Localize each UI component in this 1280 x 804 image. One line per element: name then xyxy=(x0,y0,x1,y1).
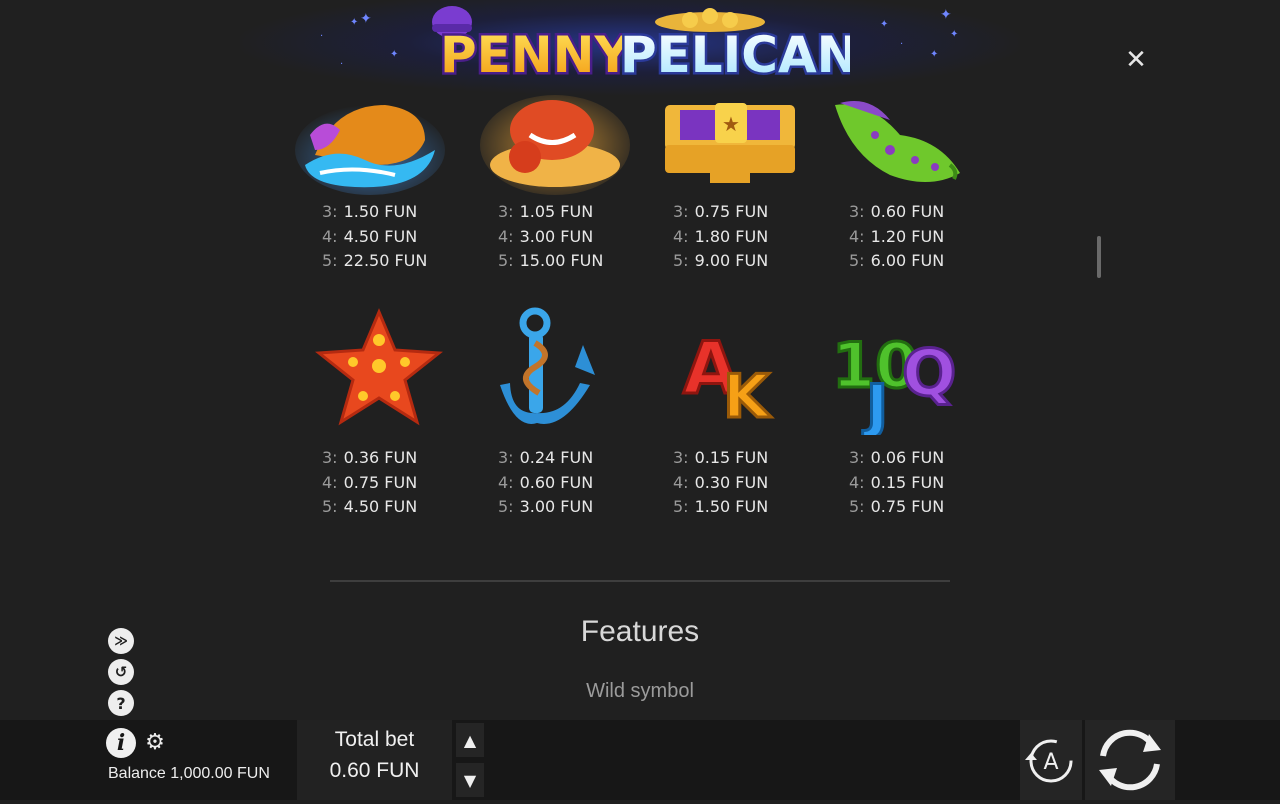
pay-line: 3: 0.24 FUN xyxy=(498,448,594,467)
pay-line: 5: 22.50 FUN xyxy=(322,251,428,270)
total-bet-value: 0.60 FUN xyxy=(329,759,420,782)
spin-icon xyxy=(1099,729,1161,791)
info-icon: i xyxy=(116,730,126,756)
gear-icon: ⚙ xyxy=(145,730,165,755)
logo-word-pelican: PELICAN xyxy=(620,26,850,84)
sparkle-icon: ✦ xyxy=(390,49,399,60)
anchor-symbol-art xyxy=(500,307,595,424)
help-icon[interactable]: ? xyxy=(108,690,134,716)
wave-fish-symbol-art xyxy=(295,105,445,195)
arrow-up-icon: ▲ xyxy=(463,730,477,750)
pay-line: 3: 0.15 FUN xyxy=(673,448,769,467)
close-button[interactable]: ✕ xyxy=(1122,45,1150,75)
pay-line: 4: 1.20 FUN xyxy=(849,226,945,246)
sparkle-icon: ✦ xyxy=(950,29,959,40)
pay-values-starfish: 3: 0.36 FUN 4: 0.75 FUN 5: 4.50 FUN xyxy=(322,446,417,520)
pay-line: 4: 1.80 FUN xyxy=(673,226,769,246)
pay-line: 3: 0.75 FUN xyxy=(673,202,769,221)
sparkle-icon: ✦ xyxy=(350,17,359,28)
sparkle-icon: ✦ xyxy=(930,49,939,60)
sparkle-icon: · xyxy=(320,31,324,42)
treasure-chest-symbol-art: ★ xyxy=(665,103,795,183)
seashell-symbol-art xyxy=(835,101,960,183)
bet-increase-button[interactable]: ▲ xyxy=(456,723,484,757)
history-icon[interactable]: ↺ xyxy=(108,659,134,685)
balance-display: Balance 1,000.00 FUN xyxy=(108,765,270,782)
crab-symbol-art xyxy=(480,95,630,195)
game-screen: ✦ · ✦ ✦ · ✦ ✦ ✦ · ✦ PENNY PELICAN ✕ ★ A … xyxy=(0,0,1280,800)
scrollbar-thumb[interactable] xyxy=(1097,236,1101,278)
pay-line: 3: 0.60 FUN xyxy=(849,202,945,221)
starfish-symbol-art xyxy=(315,308,443,426)
sparkle-icon: · xyxy=(340,59,344,70)
pay-line: 5: 4.50 FUN xyxy=(322,497,418,516)
svg-text:★: ★ xyxy=(722,112,740,136)
pay-values-a-k: 3: 0.15 FUN 4: 0.30 FUN 5: 1.50 FUN xyxy=(673,446,768,520)
pay-line: 4: 3.00 FUN xyxy=(498,226,594,246)
pay-values-10-j-q: 3: 0.06 FUN 4: 0.15 FUN 5: 0.75 FUN xyxy=(849,446,944,520)
letter-q: Q xyxy=(902,337,956,411)
pay-line: 4: 0.30 FUN xyxy=(673,472,769,492)
spin-button[interactable] xyxy=(1085,720,1175,800)
close-icon: ✕ xyxy=(1125,45,1147,75)
sparkle-icon: ✦ xyxy=(880,19,889,30)
pay-values-wave-fish: 3: 1.50 FUN 4: 4.50 FUN 5: 22.50 FUN xyxy=(322,200,427,274)
pay-line: 3: 0.36 FUN xyxy=(322,448,418,467)
pay-values-treasure-chest: 3: 0.75 FUN 4: 1.80 FUN 5: 9.00 FUN xyxy=(673,200,768,274)
pay-line: 5: 1.50 FUN xyxy=(673,497,769,516)
sparkle-icon: · xyxy=(900,39,904,50)
arrow-down-icon: ▼ xyxy=(463,770,477,790)
sparkle-icon: ✦ xyxy=(940,7,952,23)
logo-banner: ✦ · ✦ ✦ · ✦ ✦ ✦ · ✦ PENNY PELICAN xyxy=(240,0,1020,95)
wild-symbol-heading: Wild symbol xyxy=(586,680,694,702)
pay-line: 4: 0.75 FUN xyxy=(322,472,418,492)
pay-line: 5: 3.00 FUN xyxy=(498,497,594,516)
pay-line: 5: 15.00 FUN xyxy=(498,251,604,270)
total-bet-label: Total bet xyxy=(334,728,415,751)
pay-line: 5: 0.75 FUN xyxy=(849,497,945,516)
section-divider xyxy=(330,580,950,582)
pay-values-crab: 3: 1.05 FUN 4: 3.00 FUN 5: 15.00 FUN xyxy=(498,200,603,274)
pay-line: 4: 0.60 FUN xyxy=(498,472,594,492)
letter-k: K xyxy=(723,362,772,425)
pay-values-anchor: 3: 0.24 FUN 4: 0.60 FUN 5: 3.00 FUN xyxy=(498,446,593,520)
features-heading: Features xyxy=(580,615,700,648)
sparkle-icon: ✦ xyxy=(360,11,372,27)
a-k-symbol-art: A K xyxy=(682,325,774,426)
pay-line: 3: 1.05 FUN xyxy=(498,202,594,221)
10-j-q-symbol-art: 10 J Q xyxy=(832,328,958,436)
turbo-icon[interactable]: ≫ xyxy=(108,628,134,654)
bet-decrease-button[interactable]: ▼ xyxy=(456,763,484,797)
pay-values-seashell: 3: 0.60 FUN 4: 1.20 FUN 5: 6.00 FUN xyxy=(849,200,944,274)
pay-line: 4: 0.15 FUN xyxy=(849,472,945,492)
game-logo: PENNY PELICAN xyxy=(432,6,850,87)
autoplay-icon: A xyxy=(1025,739,1073,783)
info-button[interactable]: i xyxy=(106,728,136,758)
autoplay-label: A xyxy=(1043,750,1058,775)
pay-line: 3: 0.06 FUN xyxy=(849,448,945,467)
autoplay-button[interactable]: A xyxy=(1020,720,1082,800)
pay-line: 5: 6.00 FUN xyxy=(849,251,945,270)
pay-line: 4: 4.50 FUN xyxy=(322,226,418,246)
pay-line: 5: 9.00 FUN xyxy=(673,251,769,270)
pay-line: 3: 1.50 FUN xyxy=(322,202,418,221)
settings-button[interactable]: ⚙ xyxy=(144,732,166,754)
letter-j: J xyxy=(862,372,888,435)
logo-word-penny: PENNY xyxy=(440,26,631,84)
